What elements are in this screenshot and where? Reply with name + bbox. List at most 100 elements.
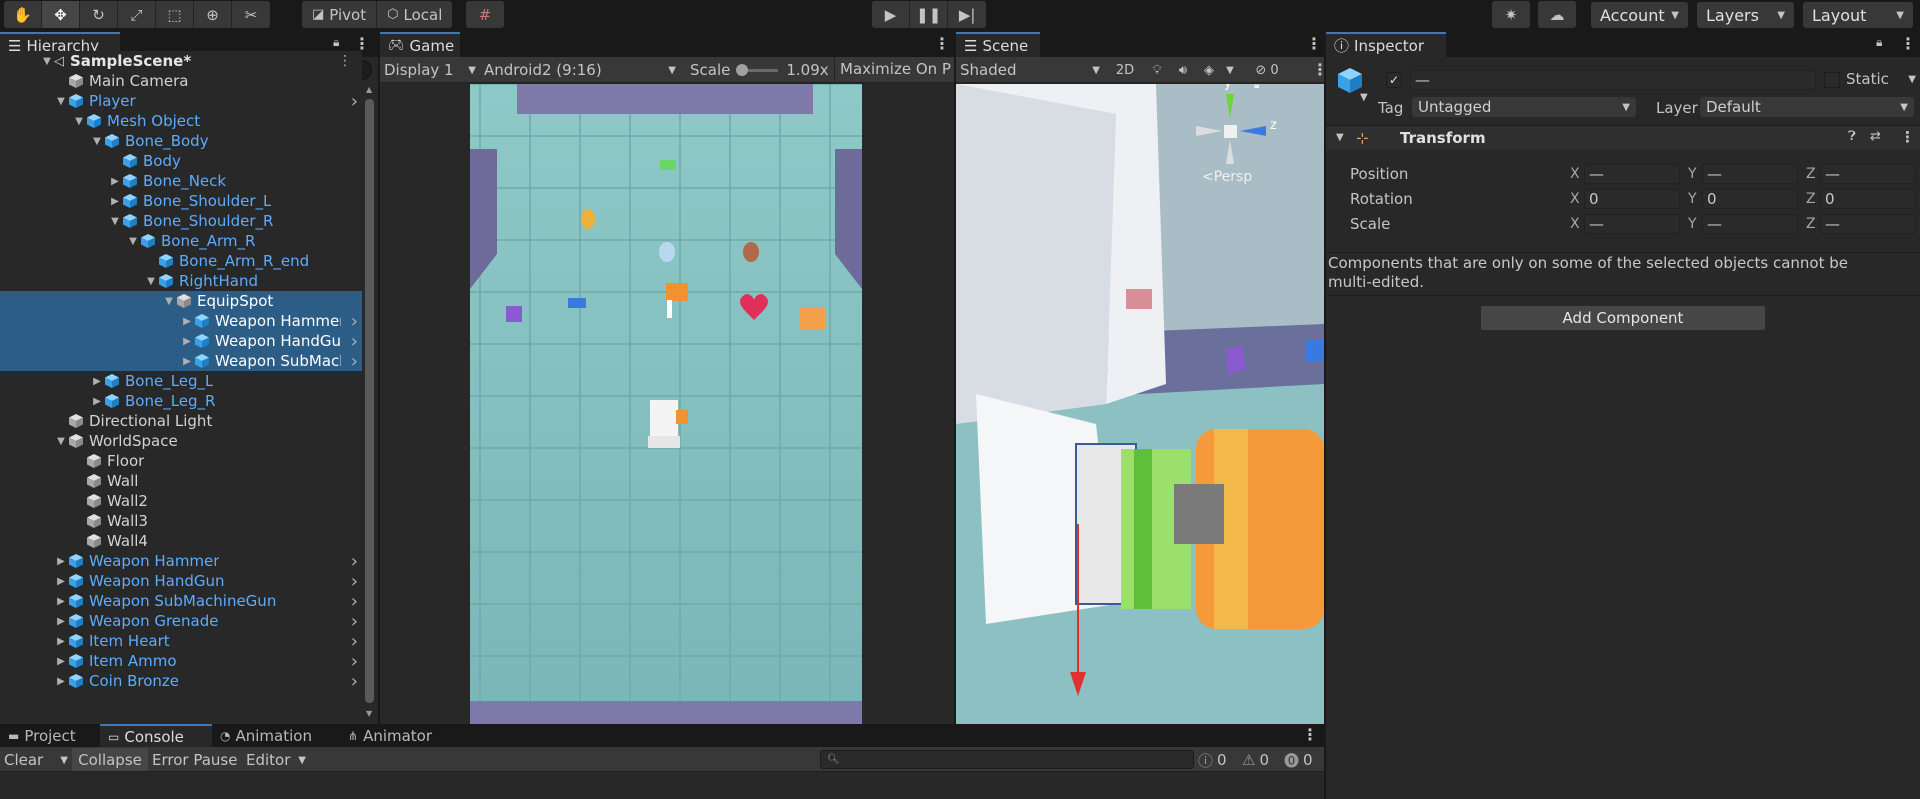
tab-animation[interactable]: ◔ Animation (212, 724, 340, 747)
foldout-arrow-icon[interactable]: ▶ (90, 376, 104, 387)
position-z-field[interactable]: — (1820, 164, 1916, 184)
hierarchy-row[interactable]: ▶ Weapon HandGun › (0, 571, 362, 591)
open-prefab-chevron-icon[interactable]: › (351, 631, 358, 651)
hierarchy-row[interactable]: ▶ Weapon Hammer › (0, 551, 362, 571)
open-prefab-chevron-icon[interactable]: › (351, 311, 358, 331)
lock-icon[interactable]: 🔒︎ (333, 35, 339, 50)
foldout-arrow-icon[interactable]: ▼ (162, 296, 176, 307)
tab-console[interactable]: ▭ Console (100, 724, 212, 747)
component-menu-icon[interactable]: ⋮ (1900, 128, 1915, 146)
hierarchy-row[interactable]: ▶ Item Ammo › (0, 651, 362, 671)
open-prefab-chevron-icon[interactable]: › (351, 351, 358, 371)
hierarchy-row[interactable]: Floor (0, 451, 362, 471)
orientation-gizmo[interactable]: y z 🔒︎ <Persp (1166, 84, 1316, 194)
foldout-arrow-icon[interactable]: ▼ (144, 276, 158, 287)
position-y-field[interactable]: — (1702, 164, 1798, 184)
move-tool-button[interactable]: ✥ (42, 1, 80, 28)
scale-x-field[interactable]: — (1584, 214, 1680, 234)
layer-dropdown[interactable]: Default ▼ (1700, 97, 1914, 117)
foldout-arrow-icon[interactable]: ▶ (54, 576, 68, 587)
scene-row[interactable]: ▼ ◁ SampleScene* ⋮ (0, 51, 362, 71)
static-dropdown[interactable]: Static ▼ (1846, 70, 1916, 88)
open-prefab-chevron-icon[interactable]: › (351, 571, 358, 591)
tab-inspector[interactable]: ⓘ Inspector (1326, 32, 1446, 57)
maximize-on-play-toggle[interactable]: Maximize On Pl (840, 60, 952, 80)
custom-tool-button[interactable]: ✂ (232, 1, 270, 28)
open-prefab-chevron-icon[interactable]: › (351, 551, 358, 571)
hidden-objects-toggle[interactable]: ⊘ 0 (1242, 59, 1292, 81)
scroll-down-icon[interactable]: ▼ (366, 709, 372, 718)
account-dropdown[interactable]: Account ▼ (1591, 2, 1688, 28)
foldout-arrow-icon[interactable]: ▶ (54, 656, 68, 667)
error-count-toggle[interactable]: ⓿0 (1284, 750, 1324, 770)
hierarchy-row[interactable]: ▶ Bone_Neck (0, 171, 362, 191)
rect-tool-button[interactable]: ⬚ (156, 1, 194, 28)
game-menu-icon[interactable]: ⋮ (934, 34, 950, 53)
tab-project[interactable]: ▬ Project (0, 724, 100, 747)
foldout-arrow-icon[interactable]: ▶ (180, 336, 194, 347)
foldout-arrow-icon[interactable]: ▼ (1336, 132, 1344, 143)
foldout-arrow-icon[interactable]: ▶ (54, 636, 68, 647)
log-count-toggle[interactable]: ⓘ 0 (1198, 750, 1238, 770)
display-dropdown[interactable]: Display 1 ▼ (384, 60, 480, 80)
step-button[interactable]: ▶| (948, 1, 987, 28)
hierarchy-row[interactable]: ▼ EquipSpot (0, 291, 362, 311)
projection-toggle[interactable]: <Persp (1202, 169, 1252, 185)
hierarchy-row[interactable]: Bone_Arm_R_end (0, 251, 362, 271)
hierarchy-row[interactable]: ▼ Bone_Body (0, 131, 362, 151)
hierarchy-row[interactable]: ▶ Item Heart › (0, 631, 362, 651)
open-prefab-chevron-icon[interactable]: › (351, 651, 358, 671)
effects-toggle[interactable]: ◈ (1196, 59, 1222, 81)
open-prefab-chevron-icon[interactable]: › (351, 331, 358, 351)
open-prefab-chevron-icon[interactable]: › (351, 671, 358, 691)
scene-menu-icon[interactable]: ⋮ (1306, 34, 1322, 53)
icon-picker-arrow-icon[interactable]: ▼ (1360, 92, 1368, 103)
hierarchy-row[interactable]: ▶ Coin Bronze › (0, 671, 362, 691)
rotation-x-field[interactable]: 0 (1584, 189, 1680, 209)
tab-animator[interactable]: ⋔ Animator (340, 724, 452, 747)
inspector-lock-icon[interactable]: 🔒︎ (1876, 35, 1882, 50)
audio-toggle[interactable]: 🔊︎ (1170, 59, 1196, 81)
foldout-arrow-icon[interactable]: ▼ (54, 436, 68, 447)
scene-menu-icon[interactable]: ⋮ (338, 53, 352, 69)
open-prefab-chevron-icon[interactable]: › (351, 91, 358, 111)
hierarchy-row[interactable]: ▼ Mesh Object (0, 111, 362, 131)
help-icon[interactable]: ❓︎ (1848, 129, 1856, 144)
inspector-menu-icon[interactable]: ⋮ (1900, 34, 1916, 53)
foldout-arrow-icon[interactable]: ▶ (54, 556, 68, 567)
add-component-button[interactable]: Add Component (1480, 305, 1766, 331)
position-x-field[interactable]: — (1584, 164, 1680, 184)
console-search[interactable]: 🔍︎ (820, 750, 1194, 769)
hierarchy-row[interactable]: ▶ Weapon HandGun › (0, 331, 362, 351)
rotation-y-field[interactable]: 0 (1702, 189, 1798, 209)
game-viewport[interactable] (380, 84, 954, 724)
hierarchy-row[interactable]: ▼ RightHand (0, 271, 362, 291)
local-button[interactable]: ⬡ Local (377, 1, 453, 28)
foldout-arrow-icon[interactable]: ▶ (54, 676, 68, 687)
hierarchy-row[interactable]: Wall2 (0, 491, 362, 511)
hierarchy-row[interactable]: ▶ Bone_Leg_R (0, 391, 362, 411)
scale-z-field[interactable]: — (1820, 214, 1916, 234)
console-menu-icon[interactable]: ⋮ (1302, 725, 1318, 744)
static-checkbox[interactable] (1824, 72, 1840, 88)
effects-dropdown[interactable]: ▼ (1222, 59, 1238, 81)
aspect-dropdown[interactable]: Android2 (9:16) ▼ (484, 60, 680, 80)
hierarchy-row[interactable]: Directional Light (0, 411, 362, 431)
hierarchy-row[interactable]: ▶ Weapon Hammer › (0, 311, 362, 331)
preset-icon[interactable]: ⇄ (1870, 129, 1881, 144)
play-button[interactable]: ▶ (872, 1, 910, 28)
foldout-arrow-icon[interactable]: ▶ (108, 176, 122, 187)
cloud-button[interactable]: ☁ (1538, 1, 1576, 28)
hierarchy-scroll-thumb[interactable] (365, 99, 374, 703)
scale-slider-knob[interactable] (736, 63, 749, 76)
hierarchy-row[interactable]: ▼ Player › (0, 91, 362, 111)
services-button[interactable]: ✷ (1492, 1, 1530, 28)
editor-dropdown[interactable]: Editor ▼ (246, 750, 306, 770)
hierarchy-row[interactable]: ▶ Weapon Grenade › (0, 611, 362, 631)
open-prefab-chevron-icon[interactable]: › (351, 611, 358, 631)
hierarchy-row[interactable]: ▶ Weapon SubMachineGun › (0, 351, 362, 371)
transform-tool-button[interactable]: ⊕ (194, 1, 232, 28)
hierarchy-scrollbar[interactable]: ▲ ▼ (362, 83, 378, 724)
rotate-tool-button[interactable]: ↻ (80, 1, 118, 28)
tag-dropdown[interactable]: Untagged ▼ (1412, 97, 1636, 117)
